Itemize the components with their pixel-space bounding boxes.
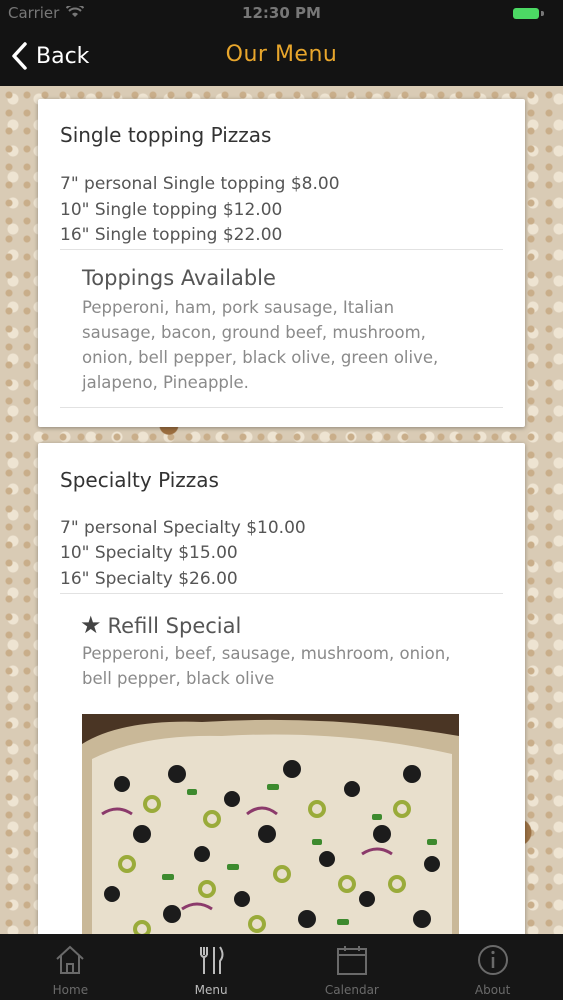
price-line: 16" Single topping $22.00 xyxy=(60,225,283,245)
tab-menu[interactable]: Menu xyxy=(141,934,282,1000)
menu-card-specialty: Specialty Pizzas 7" personal Specialty $… xyxy=(38,443,525,963)
tab-about[interactable]: About xyxy=(422,934,563,1000)
pizza-photo xyxy=(82,714,459,944)
toppings-description: Pepperoni, ham, pork sausage, Italian sa… xyxy=(82,298,439,392)
divider xyxy=(60,593,503,594)
divider xyxy=(60,249,503,250)
price-line: 16" Specialty $26.00 xyxy=(60,569,238,589)
specialty-heading: ★ Refill Special xyxy=(80,611,241,639)
status-bar: Carrier 12:30 PM xyxy=(0,0,563,28)
info-icon xyxy=(477,945,508,975)
menu-card-single-topping: Single topping Pizzas 7" personal Single… xyxy=(38,99,525,427)
price-line: 7" personal Specialty $10.00 xyxy=(60,518,306,538)
tab-home[interactable]: Home xyxy=(0,934,141,1000)
divider xyxy=(60,407,503,408)
tab-label: Home xyxy=(52,983,89,997)
specialty-name: Refill Special xyxy=(107,614,242,638)
home-icon xyxy=(56,945,85,974)
price-line: 10" Single topping $12.00 xyxy=(60,200,283,220)
tab-calendar[interactable]: Calendar xyxy=(282,934,423,1000)
page-title: Our Menu xyxy=(225,42,338,67)
calendar-icon xyxy=(336,946,367,975)
clock: 12:30 PM xyxy=(242,4,321,22)
tab-bar: Home Menu Calendar About xyxy=(0,934,563,1000)
tab-label: Calendar xyxy=(324,983,379,997)
star-icon: ★ xyxy=(80,611,102,639)
section-title: Specialty Pizzas xyxy=(60,468,219,492)
pizza-image xyxy=(82,714,459,944)
price-line: 10" Specialty $15.00 xyxy=(60,543,238,563)
section-title: Single topping Pizzas xyxy=(60,123,272,147)
battery-tip xyxy=(541,11,544,16)
battery-icon xyxy=(513,8,539,19)
tab-label: Menu xyxy=(194,983,228,997)
specialty-description: Pepperoni, beef, sausage, mushroom, onio… xyxy=(82,644,451,688)
navigation-bar: Back Our Menu xyxy=(0,28,563,86)
fork-knife-icon xyxy=(200,946,224,974)
tab-label: About xyxy=(474,983,511,997)
toppings-heading: Toppings Available xyxy=(82,266,276,290)
price-line: 7" personal Single topping $8.00 xyxy=(60,174,340,194)
